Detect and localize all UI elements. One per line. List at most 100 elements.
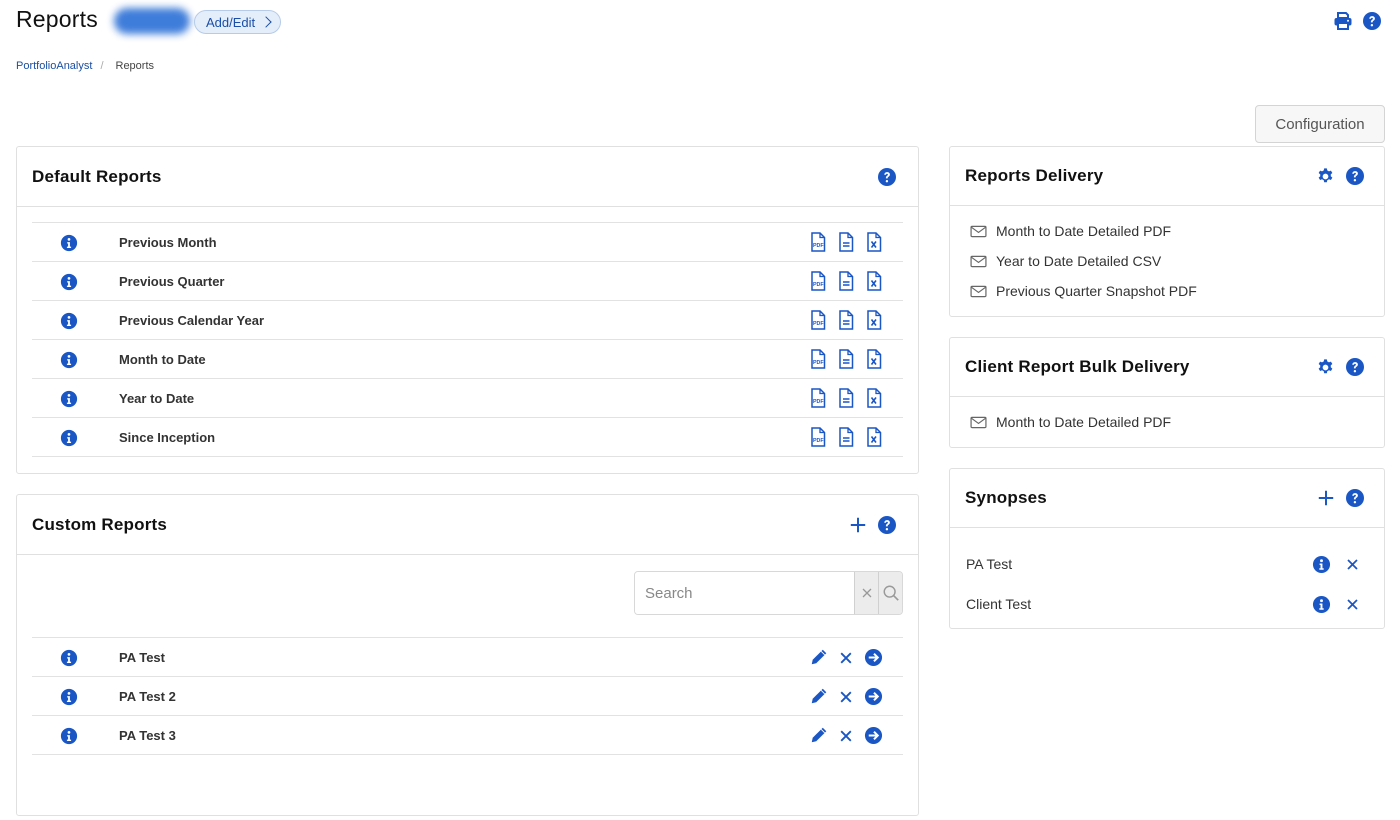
custom-reports-title: Custom Reports [32,514,168,534]
report-name[interactable]: PA Test 2 [119,689,176,704]
bulk-delivery-title: Client Report Bulk Delivery [965,357,1190,376]
synopsis-name[interactable]: Client Test [966,596,1031,612]
delivery-item[interactable]: Month to Date Detailed PDF [970,216,1364,246]
csv-file-icon[interactable] [837,232,855,252]
csv-file-icon[interactable] [837,427,855,447]
custom-report-row: PA Test [32,638,903,677]
delivery-item[interactable]: Year to Date Detailed CSV [970,246,1364,276]
report-name[interactable]: Year to Date [119,391,194,406]
print-icon[interactable] [1333,11,1353,31]
delete-icon[interactable] [838,648,854,667]
delete-icon[interactable] [1345,557,1360,572]
clear-search-button[interactable] [854,572,878,614]
excel-file-icon[interactable] [865,271,883,291]
search-button[interactable] [878,572,902,614]
top-actions [1333,11,1382,31]
synopsis-item: Client Test [966,584,1368,624]
mail-icon [970,285,987,298]
info-icon[interactable] [60,273,78,291]
delete-icon[interactable] [838,726,854,745]
info-icon[interactable] [60,234,78,252]
info-icon[interactable] [1312,555,1331,574]
report-name[interactable]: PA Test [119,650,165,665]
add-edit-button[interactable]: Add/Edit [194,10,282,34]
report-name[interactable]: Since Inception [119,430,215,445]
info-icon[interactable] [60,688,78,706]
default-reports-list: Previous Month Previous Quarter Previous… [32,222,903,457]
gear-icon[interactable] [1316,358,1335,377]
delivery-item-label: Year to Date Detailed CSV [996,253,1162,269]
mail-icon [970,255,987,268]
configuration-button[interactable]: Configuration [1255,105,1385,143]
excel-file-icon[interactable] [865,310,883,330]
default-reports-panel: Default Reports Previous Month Previous … [16,146,919,474]
help-icon[interactable] [1362,11,1382,31]
default-report-row: Since Inception [32,418,903,457]
bulk-delivery-panel: Client Report Bulk Delivery Month to Dat… [949,337,1385,448]
help-icon[interactable] [877,515,897,535]
pdf-file-icon[interactable] [809,427,827,447]
excel-file-icon[interactable] [865,427,883,447]
pdf-file-icon[interactable] [809,271,827,291]
report-name[interactable]: PA Test 3 [119,728,176,743]
csv-file-icon[interactable] [837,388,855,408]
add-synopsis-icon[interactable] [1317,489,1335,507]
synopses-list: PA Test Client Test [950,528,1384,624]
info-icon[interactable] [60,390,78,408]
csv-file-icon[interactable] [837,310,855,330]
info-icon[interactable] [60,727,78,745]
run-report-icon[interactable] [864,726,883,745]
info-icon[interactable] [60,429,78,447]
reports-delivery-list: Month to Date Detailed PDF Year to Date … [950,206,1384,306]
default-reports-header: Default Reports [17,147,918,207]
delivery-item[interactable]: Previous Quarter Snapshot PDF [970,276,1364,306]
help-icon[interactable] [1345,488,1365,508]
excel-file-icon[interactable] [865,349,883,369]
edit-icon[interactable] [809,687,828,706]
run-report-icon[interactable] [864,687,883,706]
pdf-file-icon[interactable] [809,388,827,408]
info-icon[interactable] [1312,595,1331,614]
breadcrumb-separator: / [100,60,104,72]
edit-icon[interactable] [809,648,828,667]
reports-delivery-panel: Reports Delivery Month to Date Detailed … [949,146,1385,317]
custom-reports-header: Custom Reports [17,495,918,555]
pdf-file-icon[interactable] [809,310,827,330]
synopsis-name[interactable]: PA Test [966,556,1012,572]
breadcrumb-portfolioanalyst[interactable]: PortfolioAnalyst [16,60,92,72]
help-icon[interactable] [1345,166,1365,186]
report-name[interactable]: Month to Date [119,352,206,367]
breadcrumb: PortfolioAnalyst / Reports [16,60,154,72]
redacted-account-badge[interactable] [114,8,190,34]
delivery-item-label: Previous Quarter Snapshot PDF [996,283,1197,299]
bulk-delivery-list: Month to Date Detailed PDF [950,397,1384,437]
help-icon[interactable] [877,167,897,187]
synopses-title: Synopses [965,488,1047,507]
run-report-icon[interactable] [864,648,883,667]
synopses-panel: Synopses PA Test Client Test [949,468,1385,629]
help-icon[interactable] [1345,357,1365,377]
search-input[interactable] [635,572,854,614]
csv-file-icon[interactable] [837,349,855,369]
pdf-file-icon[interactable] [809,232,827,252]
report-name[interactable]: Previous Month [119,235,217,250]
info-icon[interactable] [60,649,78,667]
info-icon[interactable] [60,312,78,330]
delete-icon[interactable] [1345,597,1360,612]
delivery-item-label: Month to Date Detailed PDF [996,223,1172,239]
csv-file-icon[interactable] [837,271,855,291]
excel-file-icon[interactable] [865,232,883,252]
edit-icon[interactable] [809,726,828,745]
report-name[interactable]: Previous Calendar Year [119,313,264,328]
delete-icon[interactable] [838,687,854,706]
report-name[interactable]: Previous Quarter [119,274,225,289]
pdf-file-icon[interactable] [809,349,827,369]
excel-file-icon[interactable] [865,388,883,408]
default-report-row: Previous Quarter [32,262,903,301]
add-report-icon[interactable] [849,516,867,534]
delivery-item[interactable]: Month to Date Detailed PDF [970,407,1364,437]
gear-icon[interactable] [1316,167,1335,186]
default-report-row: Previous Calendar Year [32,301,903,340]
reports-delivery-header: Reports Delivery [950,147,1384,206]
info-icon[interactable] [60,351,78,369]
